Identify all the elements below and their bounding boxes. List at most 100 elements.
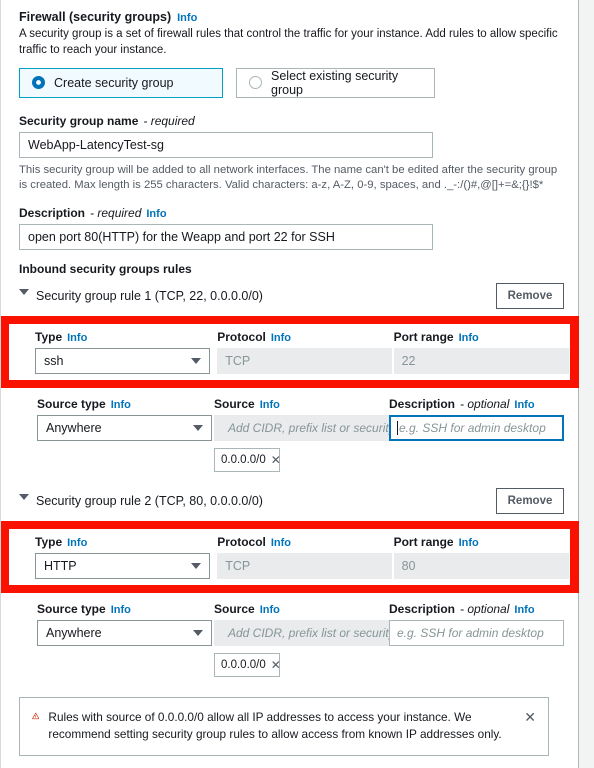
rule-1-type-value: ssh [44, 353, 64, 368]
close-icon[interactable]: ✕ [524, 709, 536, 724]
rule-2-port-range-label-text: Port range [393, 534, 454, 549]
remove-rule-2-button[interactable]: Remove [496, 487, 564, 514]
rule-2-source-label: Source Info [214, 602, 389, 616]
sg-description-label-text: Description [19, 205, 86, 220]
chevron-down-icon [193, 424, 203, 431]
rule-2-description-label: Description - optional Info [389, 602, 564, 616]
rule-2-description-info-link[interactable]: Info [514, 604, 534, 616]
rule-2-protocol-label-text: Protocol [217, 534, 266, 549]
security-group-description-input[interactable]: open port 80(HTTP) for the Weapp and por… [19, 223, 433, 250]
rule-1-source-type-label: Source type Info [37, 397, 214, 411]
rule-1-port-range-info-link[interactable]: Info [459, 332, 479, 344]
radio-tile-create-label: Create security group [54, 75, 174, 90]
rule-1-source-type-info-link[interactable]: Info [111, 399, 131, 411]
rule-2-description-optional-tag: - optional [460, 601, 510, 616]
rule-2-type-select[interactable]: HTTP [35, 552, 210, 579]
rule-1-type-info-link[interactable]: Info [67, 332, 87, 344]
remove-rule-1-button[interactable]: Remove [496, 282, 564, 309]
rule-1-source-search-input[interactable]: Add CIDR, prefix list or security group [214, 414, 389, 441]
rule-1-source-placeholder: Add CIDR, prefix list or security group [228, 420, 389, 435]
rule-2-type-value: HTTP [44, 558, 77, 573]
rule-1-description-label-text: Description [389, 396, 456, 411]
rule-2-header: Security group rule 2 (TCP, 80, 0.0.0.0/… [19, 487, 564, 514]
rule-1-source-type-field: Source type Info Anywhere [37, 397, 214, 472]
rule-1-port-range-field: Port range Info 22 [393, 330, 570, 374]
rule-1-description-input[interactable]: e.g. SSH for admin desktop [389, 414, 564, 441]
sg-name-required-tag: - required [143, 113, 195, 128]
rule-1-title: Security group rule 1 (TCP, 22, 0.0.0.0/… [36, 288, 263, 303]
rule-2-cidr-token: 0.0.0.0/0 ✕ [214, 652, 281, 677]
sg-name-label-text: Security group name [19, 113, 139, 128]
rule-2-protocol-field: Protocol Info TCP [217, 535, 393, 579]
collapse-caret-icon[interactable] [19, 289, 29, 296]
rule-2-protocol-info-link[interactable]: Info [271, 537, 291, 549]
rule-1-source-type-label-text: Source type [37, 396, 106, 411]
security-group-description-value: open port 80(HTTP) for the Weapp and por… [28, 229, 335, 244]
rule-2-type-field: Type Info HTTP [35, 535, 217, 579]
sg-description-required-tag: - required [90, 205, 142, 220]
rule-2-type-label: Type Info [35, 535, 217, 549]
rule-2-description-field: Description - optional Info e.g. SSH for… [389, 602, 564, 677]
rule-2-source-type-info-link[interactable]: Info [111, 604, 131, 616]
rule-1-source-type-select[interactable]: Anywhere [37, 414, 212, 441]
rule-2-description-label-text: Description [389, 601, 456, 616]
rule-1-protocol-input: TCP [217, 347, 393, 374]
rule-2-port-range-input: 80 [393, 552, 569, 579]
rule-1-protocol-field: Protocol Info TCP [217, 330, 393, 374]
rule-2-port-range-info-link[interactable]: Info [459, 537, 479, 549]
rule-2-source-type-label-text: Source type [37, 601, 106, 616]
rule-2-type-row: Type Info HTTP Protocol Info TCP Port ra… [35, 535, 570, 579]
annotation-box-rule-2-type-row: Type Info HTTP Protocol Info TCP Port ra… [1, 520, 579, 593]
remove-cidr-token-icon[interactable]: ✕ [271, 658, 281, 672]
radio-tile-select-existing-security-group[interactable]: Select existing security group [236, 67, 435, 98]
rule-2-source-placeholder: Add CIDR, prefix list or security group [228, 625, 389, 640]
security-group-mode-radio-group: Create security group Select existing se… [19, 67, 564, 98]
rule-1-source-field: Source Info Add CIDR, prefix list or sec… [214, 397, 389, 472]
rule-1-header: Security group rule 1 (TCP, 22, 0.0.0.0/… [19, 282, 564, 309]
rule-2-port-range-field: Port range Info 80 [393, 535, 570, 579]
rule-1-description-info-link[interactable]: Info [514, 399, 534, 411]
rule-1-type-label-text: Type [35, 329, 63, 344]
rule-2-protocol-label: Protocol Info [217, 535, 393, 549]
rule-1-source-row: Source type Info Anywhere Source Info Ad… [19, 388, 564, 478]
rule-2-port-range-label: Port range Info [394, 535, 570, 549]
open-cidr-warning-alert: Rules with source of 0.0.0.0/0 allow all… [19, 696, 549, 757]
sg-description-info-link[interactable]: Info [146, 208, 166, 220]
warning-triangle-icon [32, 712, 40, 719]
rule-1-protocol-label: Protocol Info [217, 330, 393, 344]
radio-tile-create-security-group[interactable]: Create security group [19, 67, 223, 98]
remove-cidr-token-icon[interactable]: ✕ [271, 453, 281, 467]
rule-1-port-range-input: 22 [393, 347, 569, 374]
rule-1-description-placeholder: e.g. SSH for admin desktop [399, 420, 546, 435]
rule-1-source-label-text: Source [214, 396, 255, 411]
collapse-caret-icon[interactable] [19, 494, 29, 501]
rule-2-source-info-link[interactable]: Info [260, 604, 280, 616]
page-gutter [580, 0, 594, 768]
rule-2-type-info-link[interactable]: Info [67, 537, 87, 549]
rule-2-cidr-token-value: 0.0.0.0/0 [221, 658, 266, 671]
chevron-down-icon [191, 562, 201, 569]
firewall-section-title: Firewall (security groups) Info [19, 10, 564, 24]
rule-1-protocol-value: TCP [225, 353, 251, 368]
rule-1-type-select[interactable]: ssh [35, 347, 210, 374]
rule-1-source-info-link[interactable]: Info [260, 399, 280, 411]
rule-1-type-row: Type Info ssh Protocol Info TCP Port ran… [35, 330, 570, 374]
rule-2-source-field: Source Info Add CIDR, prefix list or sec… [214, 602, 389, 677]
rule-2-source-type-label: Source type Info [37, 602, 214, 616]
sg-name-label: Security group name - required [19, 114, 564, 128]
rule-2-description-input[interactable]: e.g. SSH for admin desktop [389, 619, 564, 646]
rule-2-protocol-input: TCP [217, 552, 393, 579]
rule-2-source-search-input[interactable]: Add CIDR, prefix list or security group [214, 619, 389, 646]
security-group-panel: Firewall (security groups) Info A securi… [0, 0, 579, 768]
rule-1-type-label: Type Info [35, 330, 217, 344]
firewall-info-link[interactable]: Info [177, 12, 197, 24]
sg-name-hint: This security group will be added to all… [19, 163, 558, 192]
security-group-name-input[interactable]: WebApp-LatencyTest-sg [19, 131, 433, 158]
rule-1-protocol-info-link[interactable]: Info [271, 332, 291, 344]
rule-1-description-field: Description - optional Info e.g. SSH for… [389, 397, 564, 472]
inbound-rules-heading: Inbound security groups rules [19, 261, 192, 276]
firewall-description: A security group is a set of firewall ru… [19, 28, 558, 56]
security-group-name-value: WebApp-LatencyTest-sg [28, 137, 164, 152]
rule-2-source-type-select[interactable]: Anywhere [37, 619, 212, 646]
rule-1-cidr-token: 0.0.0.0/0 ✕ [214, 447, 281, 472]
